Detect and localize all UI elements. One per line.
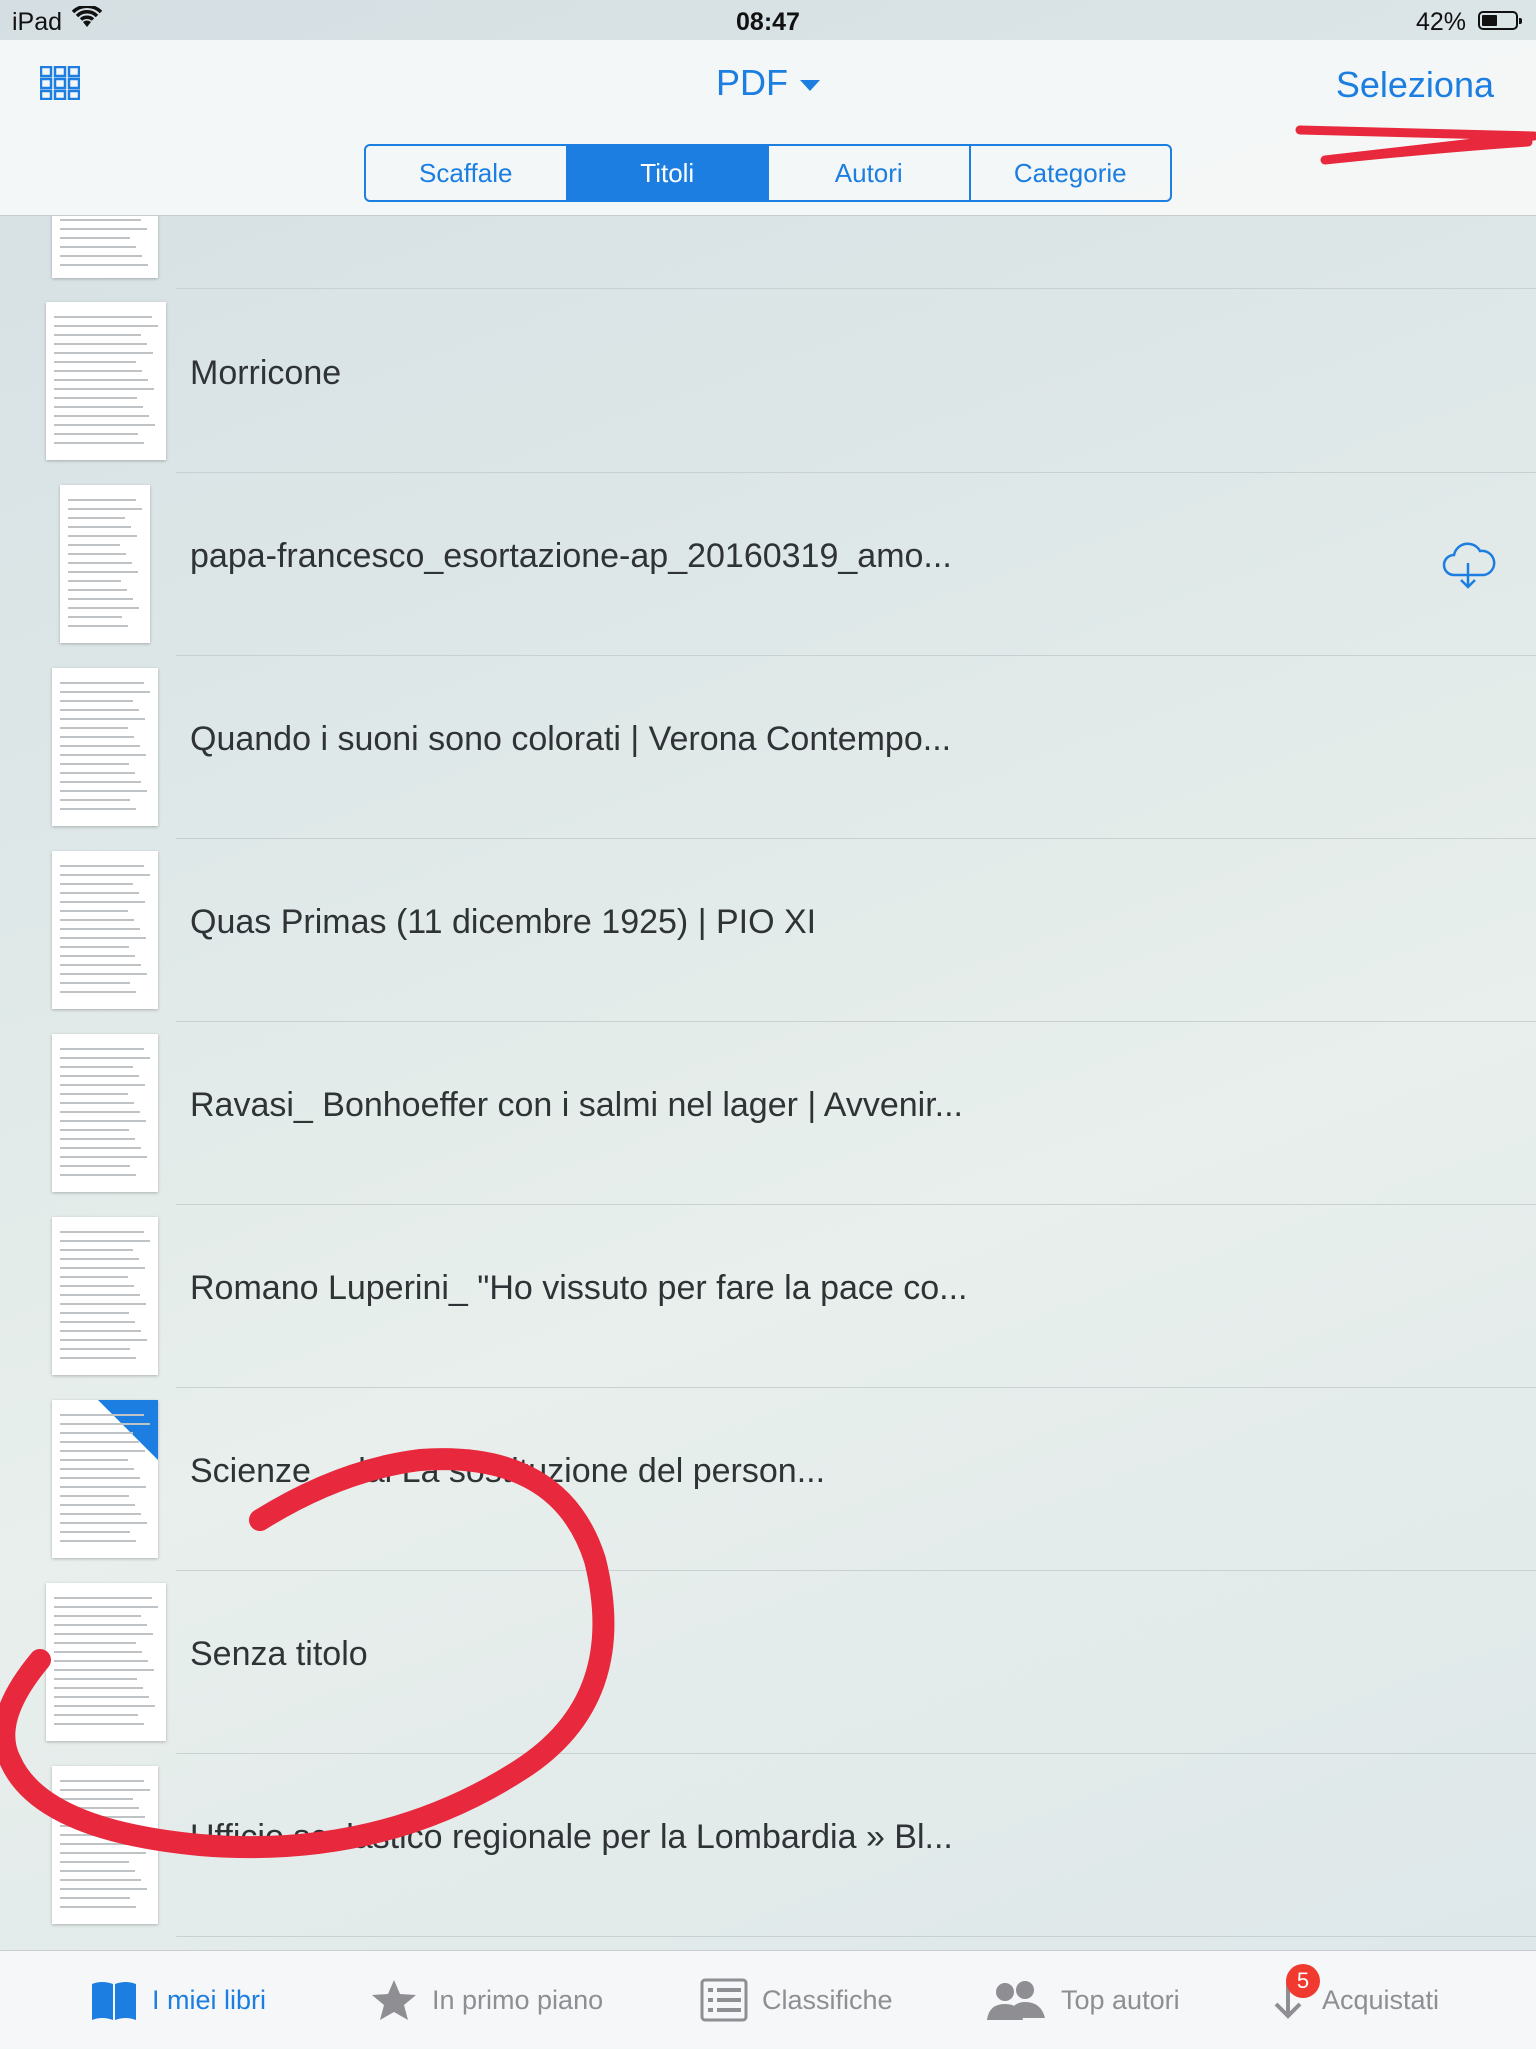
tab-label: I miei libri — [152, 1984, 267, 2015]
tab-charts[interactable]: Classifiche — [700, 1951, 893, 2049]
tab-my-books[interactable]: I miei libri — [90, 1951, 266, 2049]
book-title: Ravasi_ Bonhoeffer con i salmi nel lager… — [190, 1086, 964, 1124]
book-title: Ufficio scolastico regionale per la Lomb… — [190, 1818, 953, 1856]
book-thumbnail — [52, 1034, 158, 1192]
segment-titoli[interactable]: Titoli — [565, 146, 767, 200]
view-segmented-control: Scaffale Titoli Autori Categorie — [364, 144, 1172, 202]
clock: 08:47 — [736, 8, 800, 36]
people-icon — [987, 1981, 1045, 2020]
collection-picker[interactable]: PDF — [0, 62, 1536, 104]
book-icon — [92, 1982, 136, 2020]
book-row[interactable]: Quas Primas (11 dicembre 1925) | PIO XI — [0, 839, 1536, 1022]
book-thumbnail — [52, 668, 158, 826]
status-bar: iPad 08:47 42% — [0, 0, 1536, 40]
book-thumbnail — [52, 1400, 158, 1558]
book-thumbnail — [46, 1583, 166, 1741]
collection-title: PDF — [716, 62, 788, 103]
book-title: Quas Primas (11 dicembre 1925) | PIO XI — [190, 903, 817, 941]
segment-scaffale[interactable]: Scaffale — [366, 146, 566, 200]
book-row[interactable]: Morricone — [0, 290, 1536, 473]
book-row[interactable]: Ufficio scolastico regionale per la Lomb… — [0, 1754, 1536, 1937]
cloud-download-icon[interactable] — [1440, 541, 1496, 591]
book-row[interactable]: Senza titolo — [0, 1571, 1536, 1754]
book-title: Romano Luperini_ "Ho vissuto per fare la… — [190, 1269, 968, 1307]
book-title: papa-francesco_esortazione-ap_20160319_a… — [190, 537, 952, 575]
segment-autori[interactable]: Autori — [767, 146, 969, 200]
tab-label: Acquistati — [1322, 1984, 1440, 2015]
tab-top-authors[interactable]: Top autori — [985, 1951, 1180, 2049]
book-thumbnail — [46, 302, 166, 460]
segment-categorie[interactable]: Categorie — [968, 146, 1171, 200]
star-icon — [372, 1980, 416, 2020]
book-thumbnail — [60, 485, 150, 643]
book-row[interactable]: papa-francesco_esortazione-ap_20160319_a… — [0, 473, 1536, 656]
book-row[interactable]: Scienze ... lai La sostituzione del pers… — [0, 1388, 1536, 1571]
tab-purchased[interactable]: 5 Acquistati — [1268, 1951, 1439, 2049]
book-row[interactable]: Ravasi_ Bonhoeffer con i salmi nel lager… — [0, 1022, 1536, 1205]
tab-label: In primo piano — [432, 1984, 604, 2015]
book-row[interactable]: Romano Luperini_ "Ho vissuto per fare la… — [0, 1205, 1536, 1388]
book-thumbnail — [52, 216, 158, 278]
book-thumbnail — [52, 851, 158, 1009]
book-list[interactable]: Morricone papa-francesco_esortazione-ap_… — [0, 216, 1536, 1950]
book-title: Quando i suoni sono colorati | Verona Co… — [190, 720, 952, 758]
nav-bar: PDF Seleziona Scaffale Titoli Autori Cat… — [0, 40, 1536, 216]
tab-label: Classifiche — [762, 1984, 893, 2015]
book-row[interactable]: Quando i suoni sono colorati | Verona Co… — [0, 656, 1536, 839]
list-icon — [700, 1978, 748, 2022]
battery-icon — [1478, 11, 1522, 30]
book-thumbnail — [52, 1217, 158, 1375]
select-button[interactable]: Seleziona — [1336, 64, 1494, 106]
tab-label: Top autori — [1061, 1984, 1180, 2015]
battery-percent: 42% — [1415, 8, 1466, 36]
book-title: Morricone — [190, 354, 342, 392]
book-thumbnail — [52, 1766, 158, 1924]
book-title: Scienze ... lai La sostituzione del pers… — [190, 1452, 826, 1490]
book-title: Senza titolo — [190, 1635, 368, 1673]
purchased-badge: 5 — [1286, 1964, 1320, 1998]
caret-down-icon — [800, 79, 820, 91]
tab-featured[interactable]: In primo piano — [370, 1951, 603, 2049]
tab-bar: I miei libri In primo piano Classifiche … — [0, 1950, 1536, 2049]
book-row[interactable] — [0, 216, 1536, 289]
